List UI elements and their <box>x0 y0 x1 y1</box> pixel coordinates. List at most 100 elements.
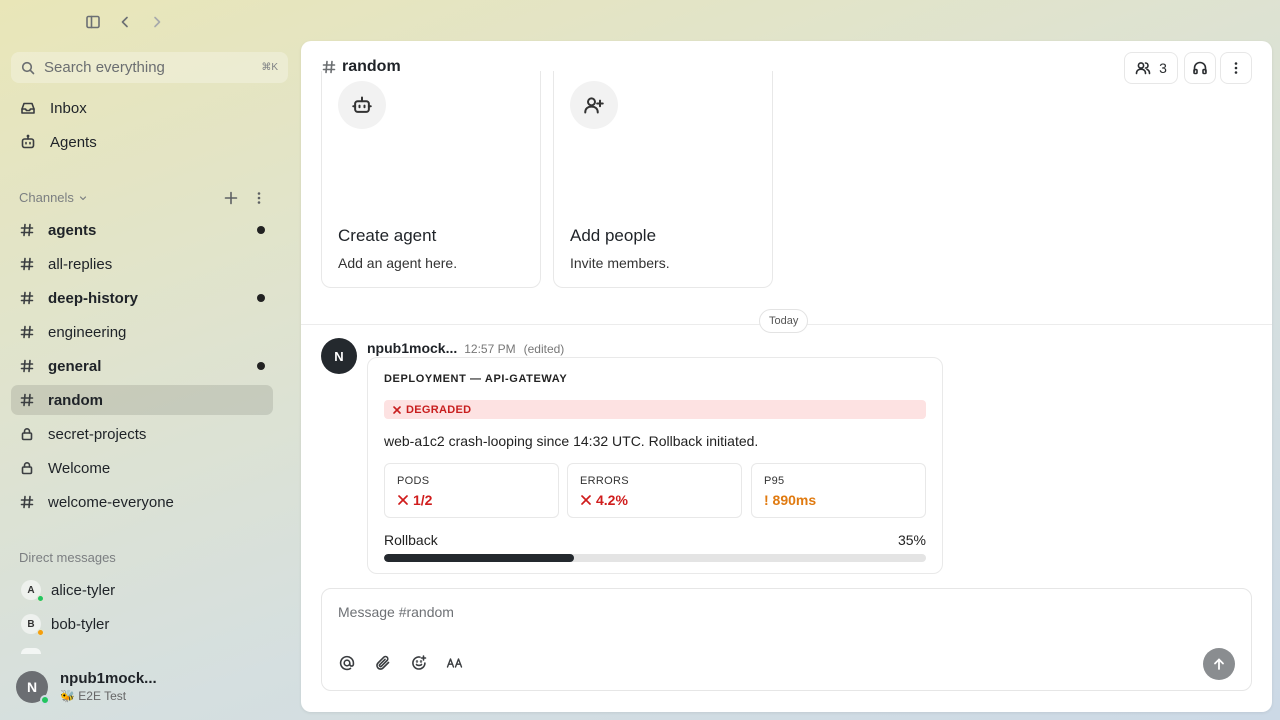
status-dot <box>37 595 44 602</box>
channel-name: welcome-everyone <box>48 493 174 511</box>
progress-percent: 35% <box>897 532 926 548</box>
x-icon <box>393 405 401 414</box>
create-agent-card[interactable]: Create agent Add an agent here. <box>321 71 541 288</box>
avatar-initial: N <box>26 678 38 695</box>
deployment-description: web-a1c2 crash-looping since 14:32 UTC. … <box>384 433 759 449</box>
unread-dot <box>257 362 265 370</box>
search-icon <box>21 61 35 74</box>
metric-label: PODS <box>397 475 430 487</box>
user-name: npub1mock... <box>60 670 157 687</box>
progress-bar <box>384 554 926 562</box>
main-panel: random 3 Create agent Add an agent here.… <box>301 41 1272 712</box>
user-plus-icon <box>570 81 618 129</box>
members-count: 3 <box>1159 60 1167 76</box>
channels-header[interactable]: Channels <box>19 190 88 205</box>
status-badge: DEGRADED <box>384 400 926 419</box>
metric-value: 4.2% <box>580 492 628 508</box>
composer-tools <box>338 654 464 672</box>
nav-agents[interactable]: Agents <box>11 127 273 157</box>
channel-engineering[interactable]: engineering <box>11 317 273 347</box>
message-meta: npub1mock... 12:57 PM (edited) <box>367 340 564 356</box>
composer-placeholder: Message #random <box>338 604 454 620</box>
status-dot <box>40 694 50 705</box>
dm-alice-tyler[interactable]: A alice-tyler <box>11 575 273 605</box>
progress-fill <box>384 554 574 562</box>
hash-icon <box>20 257 34 271</box>
channel-welcome[interactable]: Welcome <box>11 453 273 483</box>
dm-name: alice-tyler <box>51 581 116 599</box>
add-channel-icon[interactable] <box>222 189 240 207</box>
hash-icon <box>20 223 34 237</box>
metric-p95: P95 ! 890ms <box>751 463 926 518</box>
more-vertical-icon <box>1234 62 1238 74</box>
metric-errors: ERRORS 4.2% <box>567 463 742 518</box>
message-time: 12:57 PM <box>464 342 516 356</box>
huddle-button[interactable] <box>1184 52 1216 84</box>
channel-general[interactable]: general <box>11 351 273 381</box>
inbox-icon <box>20 100 36 116</box>
mention-icon[interactable] <box>338 654 356 672</box>
attachment-icon[interactable] <box>374 654 392 672</box>
send-button[interactable] <box>1203 648 1235 680</box>
text-format-icon[interactable] <box>446 654 464 672</box>
avatar-initial: B <box>27 618 35 630</box>
members-button[interactable]: 3 <box>1124 52 1178 84</box>
hash-icon <box>20 393 34 407</box>
card-title: Add people <box>570 226 657 245</box>
headphones-icon <box>1193 61 1207 75</box>
card-title: Create agent <box>338 226 437 245</box>
direct-messages-header[interactable]: Direct messages <box>19 550 116 565</box>
users-icon <box>1135 62 1151 75</box>
search-shortcut: ⌘K <box>261 62 278 73</box>
date-divider: Today <box>759 309 809 333</box>
dm-name: bob-tyler <box>51 615 110 633</box>
lock-icon <box>21 462 33 475</box>
unread-dot <box>257 294 265 302</box>
add-people-card[interactable]: Add people Invite members. <box>553 71 773 288</box>
avatar-initial: N <box>334 348 344 364</box>
channel-agents[interactable]: agents <box>11 215 273 245</box>
avatar[interactable]: N <box>321 338 357 374</box>
status-dot <box>37 629 44 636</box>
metric-label: P95 <box>764 475 785 487</box>
emoji-icon[interactable] <box>410 654 428 672</box>
user-status: 🐝 E2E Test <box>60 689 127 703</box>
channel-secret-projects[interactable]: secret-projects <box>11 419 273 449</box>
lock-icon <box>21 428 33 441</box>
dm-bob-tyler[interactable]: B bob-tyler <box>11 609 273 639</box>
channel-welcome-everyone[interactable]: welcome-everyone <box>11 487 273 517</box>
progress-label: Rollback <box>384 532 438 548</box>
search-input[interactable]: Search everything ⌘K <box>11 52 288 83</box>
metric-value-text: 1/2 <box>413 492 433 508</box>
message-author[interactable]: npub1mock... <box>367 340 457 356</box>
message-edited: (edited) <box>523 342 565 356</box>
hash-icon <box>20 359 34 373</box>
channel-all-replies[interactable]: all-replies <box>11 249 273 279</box>
channel-actions <box>222 189 268 207</box>
channel-random[interactable]: random <box>11 385 273 415</box>
channel-name: random <box>48 391 104 409</box>
metric-value: 1/2 <box>397 492 432 508</box>
channel-name: agents <box>48 221 97 239</box>
message-composer[interactable]: Message #random <box>321 588 1252 691</box>
current-user[interactable]: N npub1mock... 🐝 E2E Test <box>16 670 157 705</box>
metric-label: ERRORS <box>580 475 629 487</box>
avatar: A <box>21 580 44 602</box>
unread-dot <box>257 226 265 234</box>
nav-inbox[interactable]: Inbox <box>11 93 273 123</box>
avatar: B <box>21 614 44 636</box>
more-options-button[interactable] <box>1220 52 1252 84</box>
deployment-card: DEPLOYMENT — API-GATEWAY DEGRADED web-a1… <box>367 357 943 574</box>
hash-icon <box>20 291 34 305</box>
dm-header-label: Direct messages <box>19 550 116 565</box>
avatar-partial <box>21 648 41 654</box>
channel-deep-history[interactable]: deep-history <box>11 283 273 313</box>
channel-name: deep-history <box>48 289 139 307</box>
status-text: DEGRADED <box>406 403 472 416</box>
bot-icon <box>338 81 386 129</box>
nav-agents-label: Agents <box>50 133 97 151</box>
more-vertical-icon[interactable] <box>250 189 268 207</box>
avatar-initial: A <box>27 584 35 596</box>
channel-name: general <box>48 357 102 375</box>
deployment-title: DEPLOYMENT — API-GATEWAY <box>384 373 568 385</box>
